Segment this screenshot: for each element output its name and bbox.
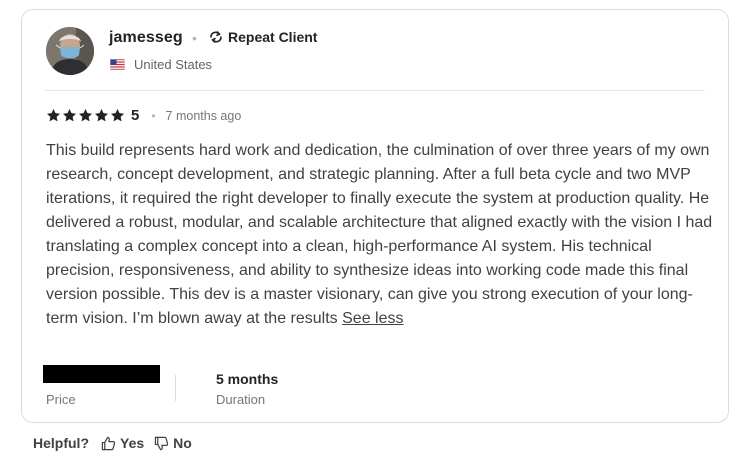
star-icon [94,108,109,122]
star-rating [46,108,125,123]
country-name: United States [134,57,213,72]
reviewer-username[interactable]: jamesseg [109,29,183,47]
review-date: 7 months ago [165,108,242,123]
us-flag-icon [110,59,125,70]
helpful-no-label: No [173,435,192,451]
price-label: Price [46,392,76,407]
repeat-client-label: Repeat Client [228,29,318,45]
see-less-link[interactable]: See less [342,310,403,327]
avatar-image [46,27,94,75]
star-icon [78,108,93,122]
avatar[interactable] [46,27,94,75]
thumbs-down-icon [154,436,169,450]
repeat-client-badge: Repeat Client [208,29,317,45]
duration-value: 5 months [216,371,279,387]
separator-dot: • [151,108,156,123]
review-card: jamesseg • Repeat Client United States 5… [21,9,729,423]
helpful-yes-button[interactable]: Yes [101,435,144,451]
helpful-question: Helpful? [33,435,89,451]
rating-row: 5 • 7 months ago [46,107,241,124]
helpful-no-button[interactable]: No [154,435,192,451]
duration-label: Duration [216,392,266,407]
rating-score: 5 [131,107,140,124]
header-divider [45,90,705,91]
star-icon [110,108,125,122]
star-icon [62,108,77,122]
repeat-icon [210,31,222,43]
meta-divider [175,375,176,401]
review-body: This build represents hard work and dedi… [46,139,716,331]
review-text: This build represents hard work and dedi… [46,142,713,327]
star-icon [46,108,61,122]
separator-dot: • [192,30,197,46]
helpful-feedback: Helpful? Yes No [33,435,192,451]
helpful-yes-label: Yes [120,435,145,451]
price-value-redacted [43,365,160,383]
reviewer-country: United States [110,57,212,72]
thumbs-up-icon [101,436,116,450]
